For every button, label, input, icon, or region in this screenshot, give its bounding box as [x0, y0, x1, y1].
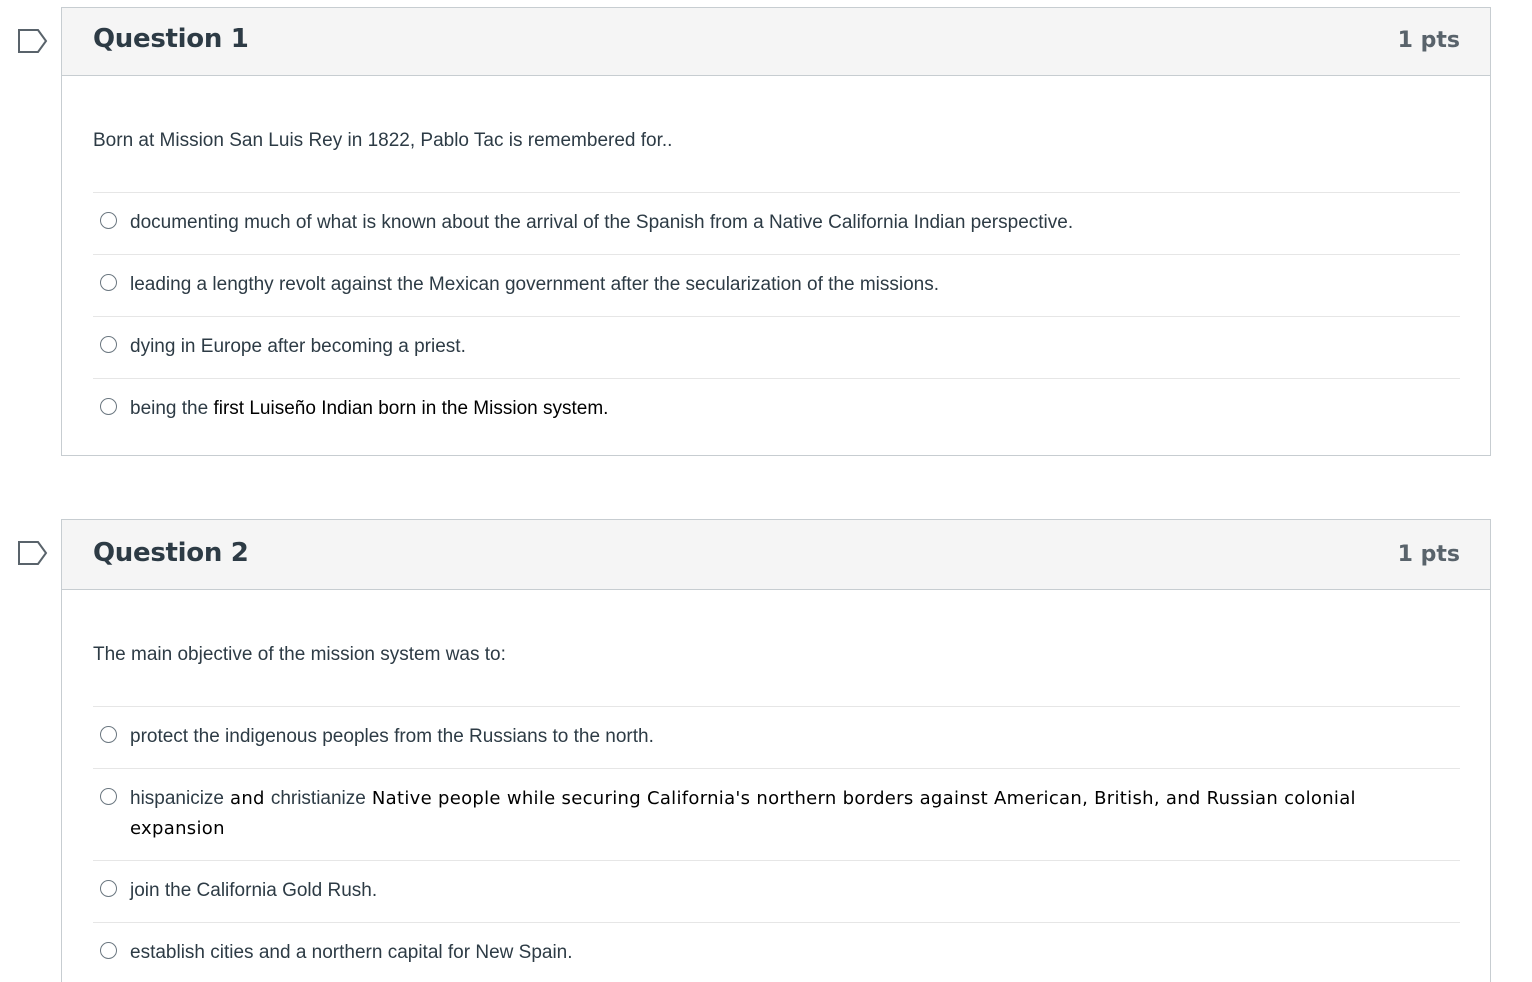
- answer-label: dying in Europe after becoming a priest.: [130, 336, 466, 357]
- radio-button[interactable]: [100, 212, 117, 229]
- answer-list: protect the indigenous peoples from the …: [93, 706, 1460, 982]
- answer-label: documenting much of what is known about …: [130, 212, 1074, 233]
- question-2: Question 2 1 pts The main objective of t…: [61, 519, 1491, 982]
- question-prompt: The main objective of the mission system…: [93, 644, 506, 665]
- radio-button[interactable]: [100, 398, 117, 415]
- question-title: Question 2: [93, 538, 249, 568]
- answer-option[interactable]: dying in Europe after becoming a priest.: [93, 317, 1460, 379]
- answer-label-part: and: [224, 788, 271, 809]
- answer-label: hispanicize and christianize Native peop…: [130, 788, 1356, 839]
- radio-button[interactable]: [100, 788, 117, 805]
- answer-label-part: first Luiseño Indian born in the Mission…: [213, 398, 609, 419]
- answer-option[interactable]: hispanicize and christianize Native peop…: [93, 769, 1460, 861]
- flag-question-icon[interactable]: [17, 540, 49, 566]
- question-points: 1 pts: [1397, 542, 1460, 567]
- radio-button[interactable]: [100, 726, 117, 743]
- radio-button[interactable]: [100, 942, 117, 959]
- answer-option[interactable]: establish cities and a northern capital …: [93, 923, 1460, 982]
- question-body: Born at Mission San Luis Rey in 1822, Pa…: [62, 76, 1490, 440]
- question-title: Question 1: [93, 24, 249, 54]
- answer-label: leading a lengthy revolt against the Mex…: [130, 274, 940, 295]
- question-points: 1 pts: [1397, 28, 1460, 53]
- answer-label: being the first Luiseño Indian born in t…: [130, 398, 608, 419]
- radio-button[interactable]: [100, 880, 117, 897]
- question-body: The main objective of the mission system…: [62, 590, 1490, 982]
- answer-option[interactable]: being the first Luiseño Indian born in t…: [93, 379, 1460, 440]
- answer-label: establish cities and a northern capital …: [130, 942, 573, 963]
- radio-button[interactable]: [100, 336, 117, 353]
- answer-list: documenting much of what is known about …: [93, 192, 1460, 440]
- radio-button[interactable]: [100, 274, 117, 291]
- answer-label: join the California Gold Rush.: [130, 880, 378, 901]
- answer-label-part: christianize: [270, 788, 366, 809]
- question-header: Question 1 1 pts: [62, 8, 1490, 76]
- answer-option[interactable]: protect the indigenous peoples from the …: [93, 707, 1460, 769]
- question-prompt: Born at Mission San Luis Rey in 1822, Pa…: [93, 130, 673, 151]
- answer-label-part: hispanicize: [130, 788, 224, 809]
- answer-label: protect the indigenous peoples from the …: [130, 726, 654, 747]
- flag-question-icon[interactable]: [17, 28, 49, 54]
- answer-option[interactable]: leading a lengthy revolt against the Mex…: [93, 255, 1460, 317]
- question-1: Question 1 1 pts Born at Mission San Lui…: [61, 7, 1491, 456]
- question-header: Question 2 1 pts: [62, 520, 1490, 590]
- quiz-page: Question 1 1 pts Born at Mission San Lui…: [0, 0, 1532, 982]
- answer-option[interactable]: documenting much of what is known about …: [93, 193, 1460, 255]
- answer-option[interactable]: join the California Gold Rush.: [93, 861, 1460, 923]
- answer-label-part: being the: [130, 398, 214, 419]
